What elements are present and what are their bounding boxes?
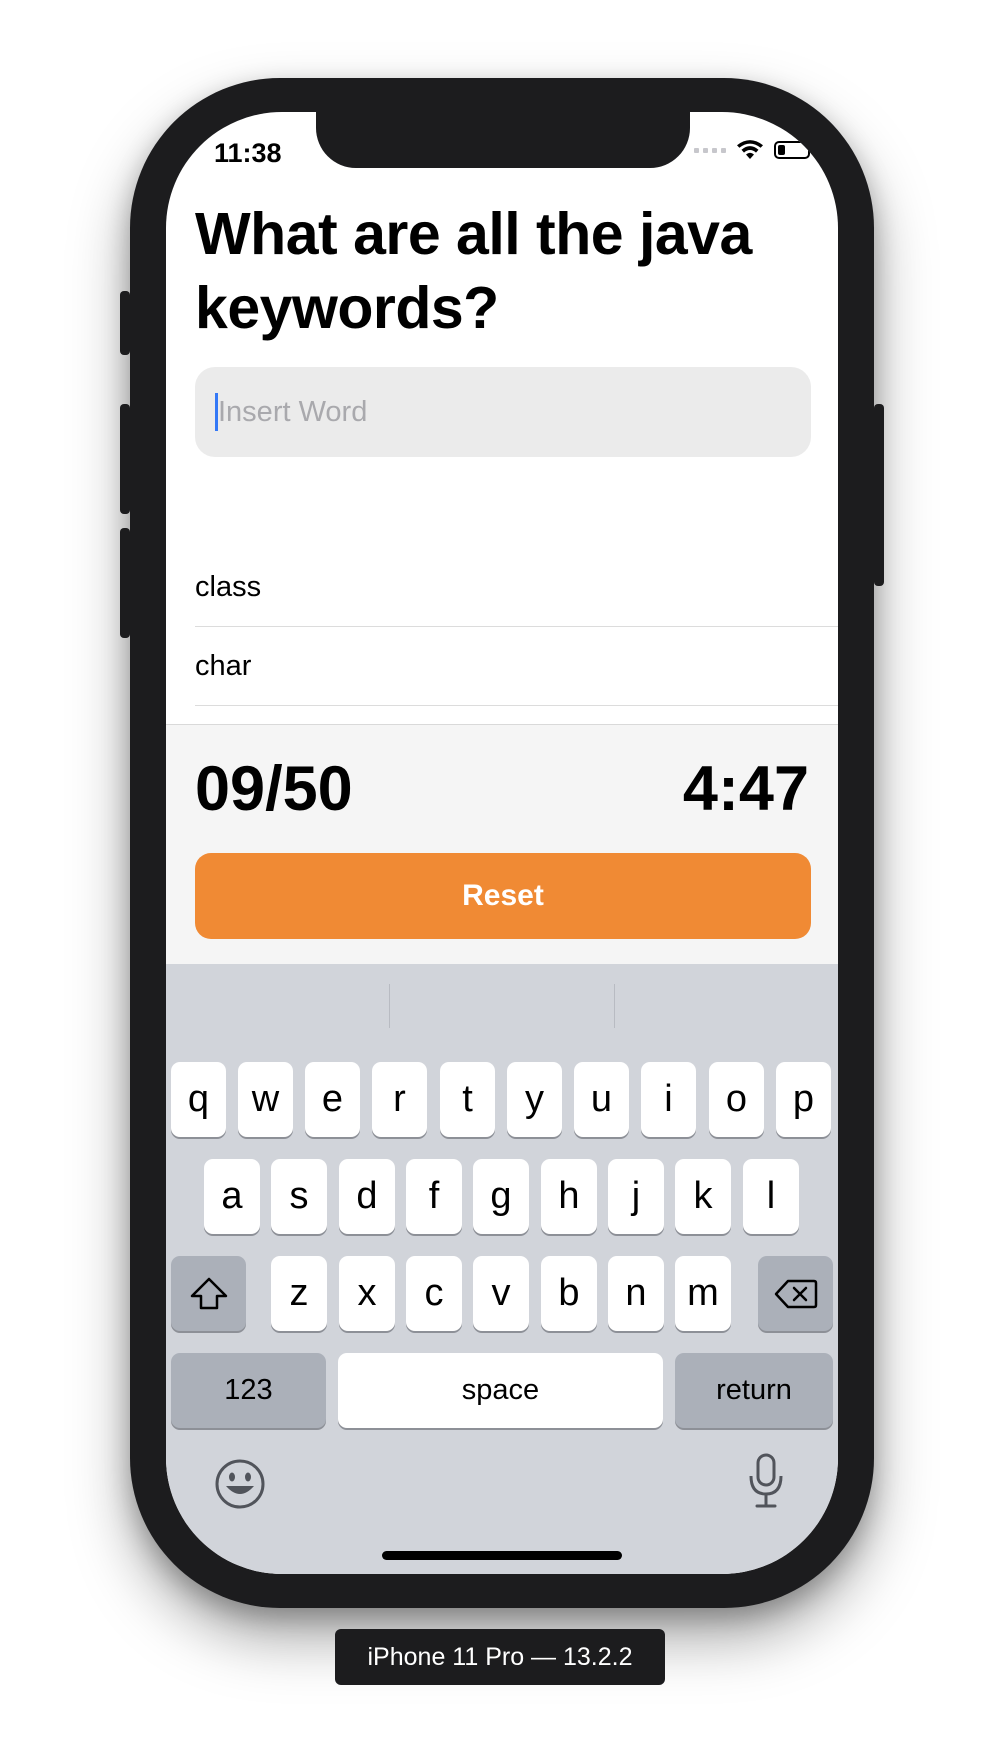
backspace-key[interactable] <box>758 1256 833 1331</box>
key-i[interactable]: i <box>641 1062 696 1137</box>
key-h[interactable]: h <box>541 1159 597 1234</box>
list-item[interactable]: class <box>195 548 838 627</box>
battery-icon <box>774 141 814 159</box>
key-l[interactable]: l <box>743 1159 799 1234</box>
key-s[interactable]: s <box>271 1159 327 1234</box>
score-counter: 09/50 <box>195 754 353 824</box>
key-c[interactable]: c <box>406 1256 462 1331</box>
key-k[interactable]: k <box>675 1159 731 1234</box>
screen: 11:38 What are all the java keywords? In… <box>166 112 838 1574</box>
volume-down-button <box>120 528 130 638</box>
prediction-divider <box>614 984 615 1028</box>
key-v[interactable]: v <box>473 1256 529 1331</box>
key-w[interactable]: w <box>238 1062 293 1137</box>
key-x[interactable]: x <box>339 1256 395 1331</box>
return-key[interactable]: return <box>675 1353 833 1428</box>
key-p[interactable]: p <box>776 1062 831 1137</box>
status-icons <box>694 140 814 160</box>
status-time: 11:38 <box>214 138 282 168</box>
notch <box>316 112 690 168</box>
key-e[interactable]: e <box>305 1062 360 1137</box>
key-z[interactable]: z <box>271 1256 327 1331</box>
cellular-signal-icon <box>694 147 726 153</box>
key-n[interactable]: n <box>608 1256 664 1331</box>
key-d[interactable]: d <box>339 1159 395 1234</box>
key-u[interactable]: u <box>574 1062 629 1137</box>
numbers-key[interactable]: 123 <box>171 1353 326 1428</box>
key-a[interactable]: a <box>204 1159 260 1234</box>
shift-icon <box>190 1277 227 1309</box>
word-input-placeholder: Insert Word <box>218 395 368 428</box>
key-j[interactable]: j <box>608 1159 664 1234</box>
question-title: What are all the java keywords? <box>195 201 752 341</box>
key-m[interactable]: m <box>675 1256 731 1331</box>
key-r[interactable]: r <box>372 1062 427 1137</box>
device-frame: 11:38 What are all the java keywords? In… <box>120 78 884 1608</box>
key-q[interactable]: q <box>171 1062 226 1137</box>
key-y[interactable]: y <box>507 1062 562 1137</box>
key-f[interactable]: f <box>406 1159 462 1234</box>
stats-panel: 09/50 4:47 Reset <box>166 724 838 965</box>
delete-icon <box>774 1279 817 1308</box>
key-g[interactable]: g <box>473 1159 529 1234</box>
shift-key[interactable] <box>171 1256 246 1331</box>
list-item[interactable]: char <box>195 627 838 706</box>
emoji-icon[interactable] <box>214 1458 266 1510</box>
mute-switch <box>120 291 130 355</box>
side-button <box>874 404 884 586</box>
word-input[interactable]: Insert Word <box>195 367 811 457</box>
volume-up-button <box>120 404 130 514</box>
home-indicator[interactable] <box>382 1551 622 1560</box>
microphone-icon[interactable] <box>746 1452 786 1510</box>
device-label: iPhone 11 Pro — 13.2.2 <box>335 1629 665 1685</box>
countdown-timer: 4:47 <box>682 754 809 824</box>
wifi-icon <box>737 140 763 159</box>
key-b[interactable]: b <box>541 1256 597 1331</box>
key-t[interactable]: t <box>440 1062 495 1137</box>
prediction-divider <box>389 984 390 1028</box>
keyboard: q w e r t y u i o p a s d f g h j k l z … <box>166 964 838 1574</box>
reset-button[interactable]: Reset <box>195 853 811 939</box>
key-o[interactable]: o <box>709 1062 764 1137</box>
space-key[interactable]: space <box>338 1353 663 1428</box>
